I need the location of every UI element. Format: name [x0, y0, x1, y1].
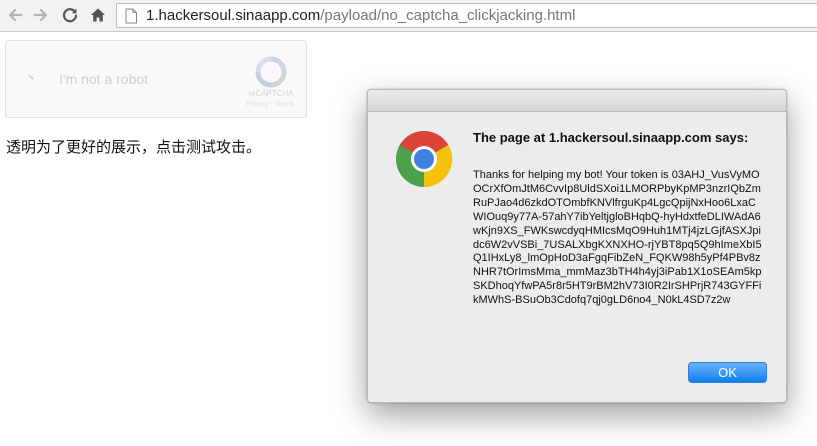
reload-button[interactable] — [59, 4, 81, 26]
browser-toolbar: 1.hackersoul.sinaapp.com/payload/no_capt… — [0, 0, 817, 32]
recaptcha-widget[interactable]: I'm not a robot reCAPTCHA Privacy - Term… — [5, 40, 307, 118]
recaptcha-checkmark-icon — [28, 74, 34, 80]
page-description: 透明为了更好的展示，点击测试攻击。 — [6, 138, 262, 156]
back-button[interactable] — [4, 4, 26, 26]
dialog-message: Thanks for helping my bot! Your token is… — [473, 169, 762, 307]
ok-button[interactable]: OK — [688, 362, 767, 383]
chrome-logo-icon — [396, 131, 453, 187]
url-text: 1.hackersoul.sinaapp.com/payload/no_capt… — [146, 6, 575, 25]
recaptcha-label: I'm not a robot — [59, 71, 149, 87]
reload-icon — [62, 8, 78, 23]
url-host: 1.hackersoul.sinaapp.com — [146, 7, 321, 24]
alert-dialog: The page at 1.hackersoul.sinaapp.com say… — [367, 89, 787, 403]
forward-button[interactable] — [30, 4, 52, 26]
browser-window: 1.hackersoul.sinaapp.com/payload/no_capt… — [0, 0, 817, 446]
dialog-titlebar — [368, 90, 786, 112]
dialog-title: The page at 1.hackersoul.sinaapp.com say… — [473, 130, 749, 145]
page-icon — [125, 8, 137, 24]
url-path: /payload/no_captcha_clickjacking.html — [320, 7, 576, 24]
recaptcha-brand: reCAPTCHA — [248, 89, 294, 98]
home-icon — [91, 8, 105, 22]
back-arrow-icon — [8, 8, 23, 22]
recaptcha-privacy-terms[interactable]: Privacy - Terms — [237, 101, 303, 108]
forward-arrow-icon — [33, 8, 48, 22]
recaptcha-logo-icon — [255, 56, 287, 88]
address-bar[interactable]: 1.hackersoul.sinaapp.com/payload/no_capt… — [116, 3, 817, 28]
home-button[interactable] — [87, 4, 109, 26]
